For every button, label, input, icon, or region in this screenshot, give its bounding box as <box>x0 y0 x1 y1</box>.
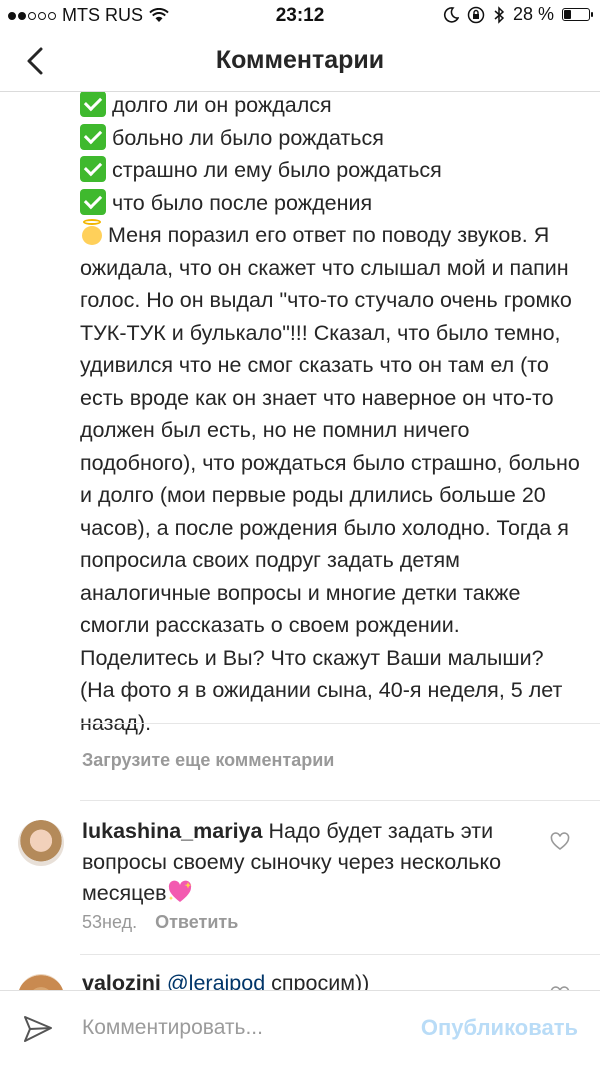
checklist-item: больно ли было рождаться <box>80 122 580 155</box>
checklist-item: страшно ли ему было рождаться <box>80 154 580 187</box>
checklist-item: что было после рождения <box>80 187 580 220</box>
comment-text: valozini @leraipod спросим)) <box>82 968 502 990</box>
avatar[interactable] <box>18 974 64 990</box>
page-title: Комментарии <box>215 46 385 74</box>
nav-header: Комментарии <box>0 30 600 92</box>
comment-input[interactable] <box>70 1005 370 1051</box>
divider <box>80 723 600 724</box>
reply-button[interactable]: Ответить <box>155 912 238 932</box>
post-caption: долго ли он рождался больно ли было рожд… <box>80 92 580 739</box>
comment-input-bar: Опубликовать <box>0 990 600 1066</box>
battery-percent: 28 % <box>512 4 554 24</box>
moon-icon <box>443 6 459 23</box>
direct-send-icon[interactable] <box>22 1013 54 1045</box>
avatar[interactable] <box>18 820 64 866</box>
caption-body: Меня поразил его ответ по поводу звуков.… <box>80 219 580 739</box>
status-right: 28 % <box>443 4 593 25</box>
comment-mention[interactable]: @leraipod <box>167 971 265 990</box>
angel-emoji-icon <box>80 219 104 245</box>
comment-text: lukashina_mariya Надо будет задать эти в… <box>82 816 502 909</box>
check-mark-icon <box>80 156 106 182</box>
load-more-link[interactable]: Загрузите еще комментарии <box>82 750 334 771</box>
comment-body: спросим)) <box>271 971 370 990</box>
divider <box>80 954 600 955</box>
comment-time: 53нед. <box>82 912 138 932</box>
comment-username[interactable]: lukashina_mariya <box>82 819 262 843</box>
check-mark-icon <box>80 188 106 215</box>
divider <box>80 800 600 801</box>
battery-icon <box>562 8 593 21</box>
comments-list[interactable]: долго ли он рождался больно ли было рожд… <box>0 92 600 990</box>
sparkling-heart-icon <box>168 880 192 902</box>
check-mark-icon <box>80 123 106 150</box>
check-mark-icon <box>80 92 106 117</box>
status-bar: MTS RUS 23:12 28 % <box>0 0 600 30</box>
comment-meta: 53нед. Ответить <box>82 912 238 933</box>
rotation-lock-icon <box>467 6 485 23</box>
heart-icon[interactable] <box>550 832 570 852</box>
checklist-item: долго ли он рождался <box>80 92 580 122</box>
bluetooth-icon <box>494 5 505 24</box>
comment-username[interactable]: valozini <box>82 971 161 990</box>
publish-button[interactable]: Опубликовать <box>421 1015 578 1041</box>
